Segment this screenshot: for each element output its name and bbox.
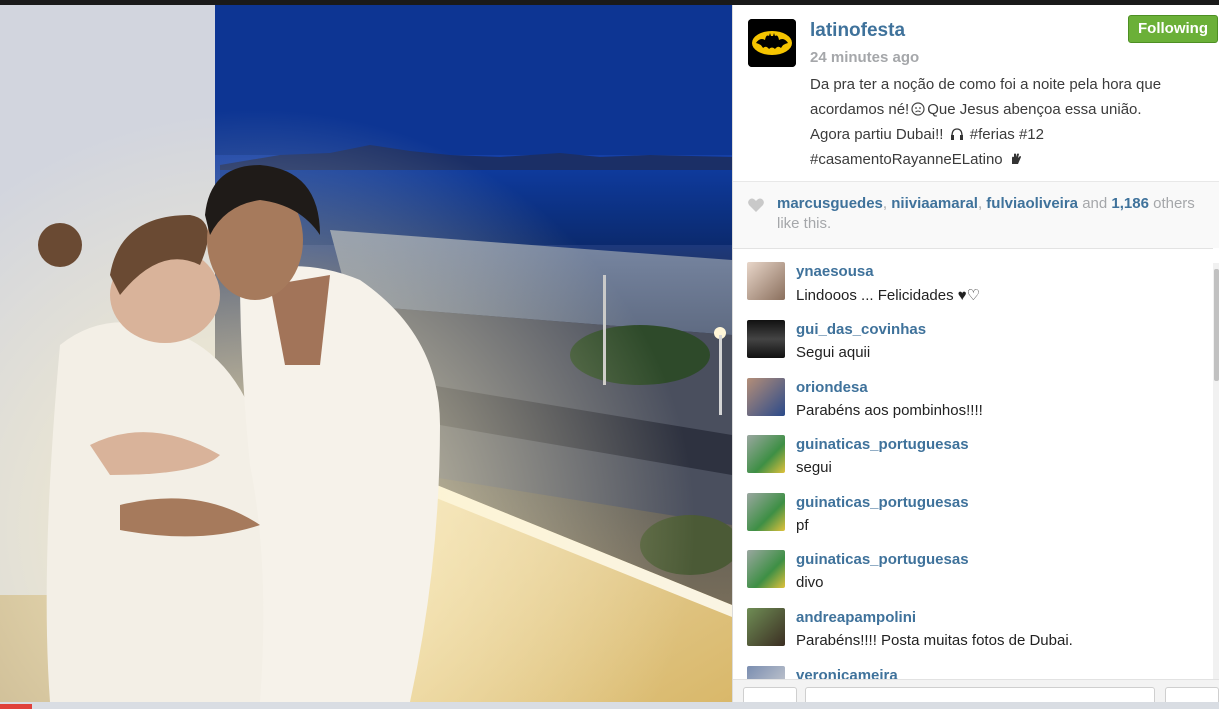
comment-item: gui_das_covinhas Segui aquii [733,307,1213,365]
batman-logo-icon [748,19,796,67]
comment-username[interactable]: guinaticas_portuguesas [796,436,969,453]
comment-username[interactable]: veronicameira [796,667,898,679]
commenter-avatar[interactable] [747,666,785,679]
caption-line-1: Da pra ter a noção de como foi a noite p… [810,76,1162,93]
comment-text: Parabéns!!!! Posta muitas fotos de Dubai… [796,632,1073,649]
caption-segment: Que Jesus abençoa essa união. [927,101,1142,118]
worried-face-emoji-icon [911,102,925,116]
comment-username[interactable]: oriondesa [796,379,868,396]
user-avatar[interactable] [748,19,796,67]
comment-username[interactable]: andreapampolini [796,609,916,626]
comment-text: Segui aquii [796,344,871,361]
hashtags-segment[interactable]: #ferias #12 [970,126,1044,143]
post-timestamp: 24 minutes ago [810,49,920,66]
likes-and: and [1082,195,1108,212]
comment-item: andreapampolini Parabéns!!!! Posta muita… [733,595,1213,653]
comment-text: pf [796,517,809,534]
commenter-avatar[interactable] [747,493,785,531]
comment-text: segui [796,459,832,476]
comment-bar [733,679,1219,709]
liker-2[interactable]: niiviaamaral [891,195,978,212]
commenter-avatar[interactable] [747,435,785,473]
caption-segment: acordamos né! [810,101,910,118]
post-details-panel: latinofesta 24 minutes ago Following Da … [732,5,1219,709]
caption-line-2: acordamos né! Que Jesus abençoa essa uniã… [810,97,1210,122]
comment-item: guinaticas_portuguesas divo [733,537,1213,595]
bottom-accent [0,704,32,709]
likes-text: marcusguedes, niiviaamaral, fulviaolivei… [777,195,1195,232]
caption-line-4: #casamentoRayanneELatino [810,147,1210,172]
caption-segment: Agora partiu Dubai!! [810,126,944,143]
following-button[interactable]: Following [1128,15,1218,43]
comment-item: oriondesa Parabéns aos pombinhos!!!! [733,365,1213,423]
hashtag-casamento[interactable]: #casamentoRayanneELatino [810,151,1003,168]
liker-1[interactable]: marcusguedes [777,195,883,212]
post-caption: Da pra ter a noção de como foi a noite p… [810,72,1210,172]
comment-username[interactable]: ynaesousa [796,263,874,280]
comments-list: ynaesousa Lindooos ... Felicidades ♥♡ gu… [733,249,1213,679]
comment-username[interactable]: guinaticas_portuguesas [796,494,969,511]
post-username[interactable]: latinofesta [810,20,905,42]
commenter-avatar[interactable] [747,320,785,358]
commenter-avatar[interactable] [747,378,785,416]
comment-text: Parabéns aos pombinhos!!!! [796,402,983,419]
likes-count[interactable]: 1,186 [1111,195,1149,212]
bottom-strip [0,702,1219,709]
comment-username[interactable]: gui_das_covinhas [796,321,926,338]
comment-item: ynaesousa Lindooos ... Felicidades ♥♡ [733,249,1213,307]
likes-section: marcusguedes, niiviaamaral, fulviaolivei… [733,182,1219,248]
comment-item: guinaticas_portuguesas segui [733,422,1213,480]
comment-text: Lindooos ... Felicidades ♥♡ [796,287,981,304]
comment-item: veronicameira [733,653,1213,679]
post-photo[interactable] [0,5,732,702]
waving-hand-emoji-icon [1011,153,1021,164]
photo-scene [0,5,732,702]
comment-item: guinaticas_portuguesas pf [733,480,1213,538]
comments-scrollbar[interactable] [1213,263,1219,679]
headphones-emoji-icon [950,128,963,140]
commenter-avatar[interactable] [747,262,785,300]
comment-text: divo [796,574,824,591]
liker-3[interactable]: fulviaoliveira [986,195,1078,212]
caption-line-3: Agora partiu Dubai!! #ferias #12 [810,122,1210,147]
commenter-avatar[interactable] [747,550,785,588]
commenter-avatar[interactable] [747,608,785,646]
scrollbar-thumb[interactable] [1214,269,1219,381]
heart-icon[interactable] [747,197,765,213]
comment-username[interactable]: guinaticas_portuguesas [796,551,969,568]
